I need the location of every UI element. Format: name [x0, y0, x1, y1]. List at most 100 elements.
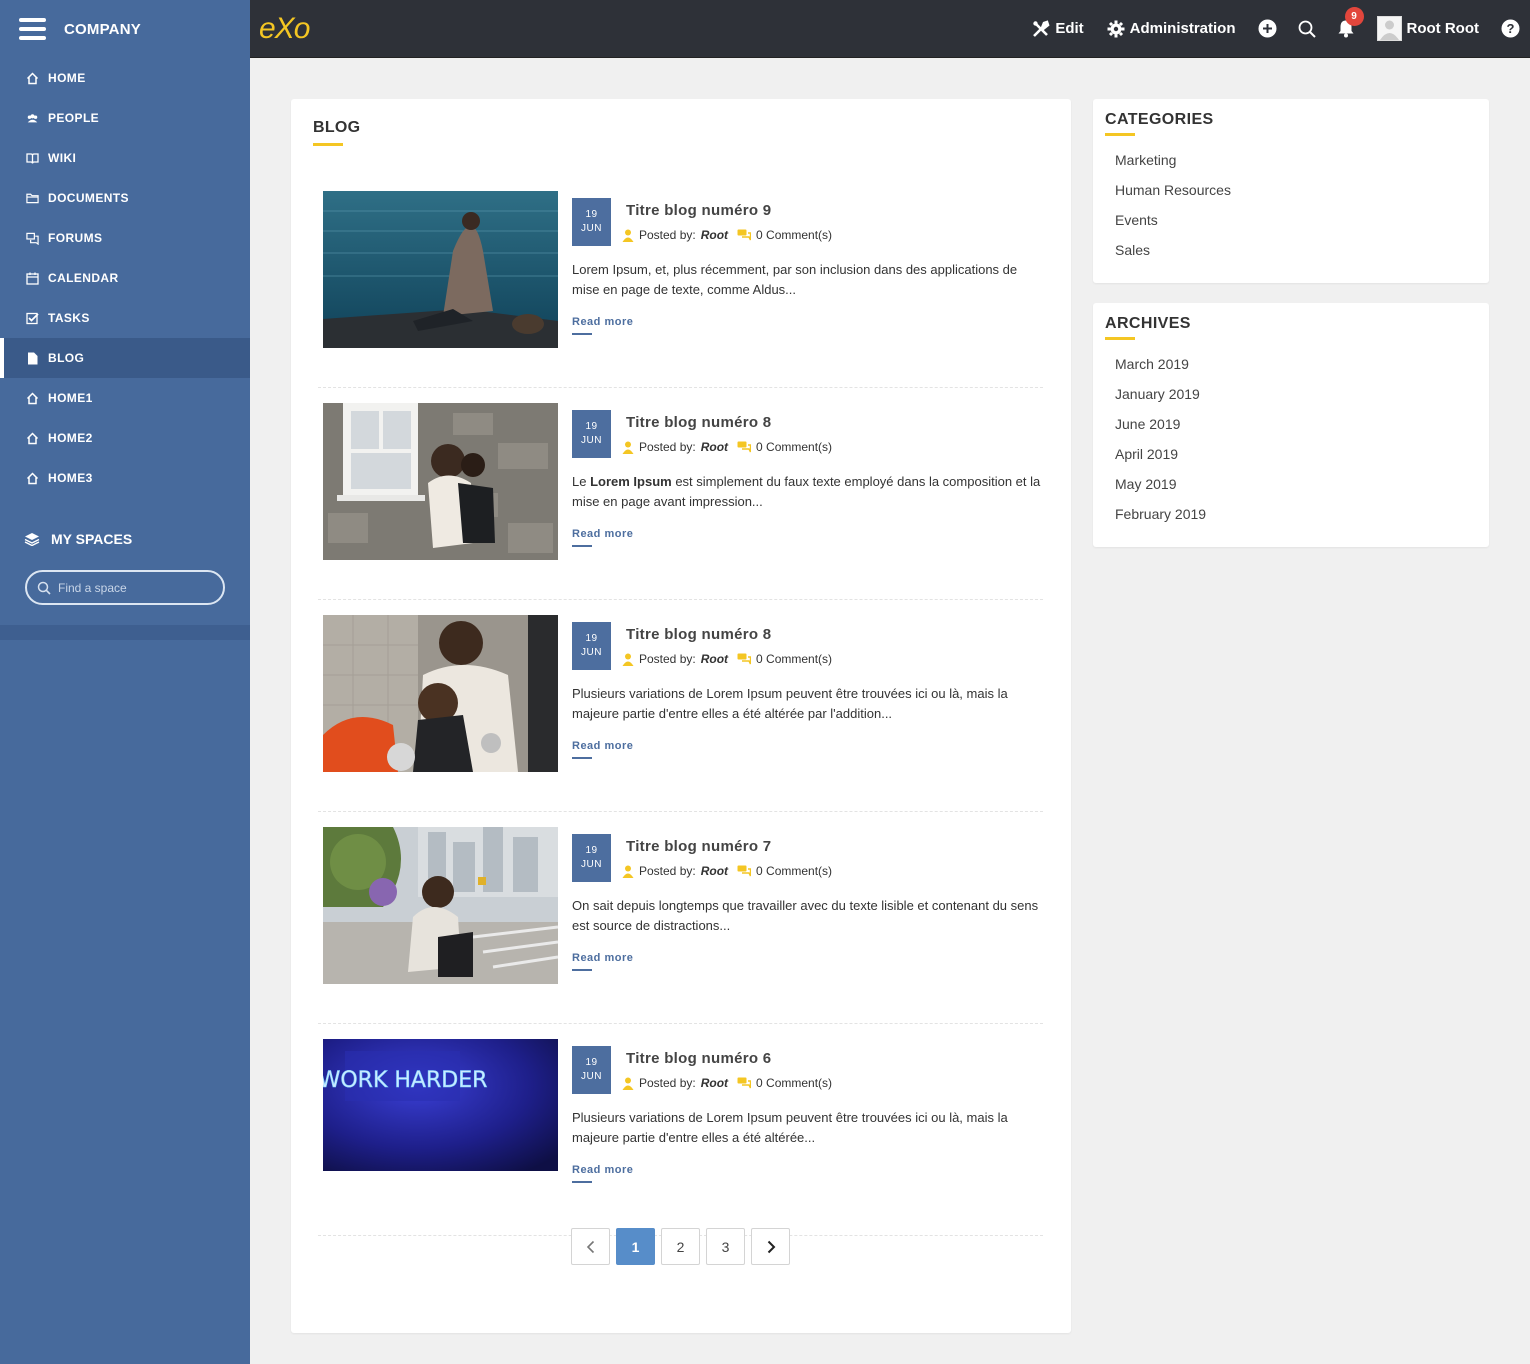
folder-icon — [26, 192, 39, 205]
sidebar-item-blog[interactable]: BLOG — [0, 338, 250, 378]
title-underline — [1105, 337, 1135, 340]
tools-icon — [1032, 19, 1050, 38]
categories-card: CATEGORIES Marketing Human Resources Eve… — [1093, 99, 1489, 283]
page-button-2[interactable]: 2 — [661, 1228, 700, 1265]
post-excerpt: On sait depuis longtemps que travailler … — [572, 896, 1047, 936]
page-button-3[interactable]: 3 — [706, 1228, 745, 1265]
sidebar-item-home[interactable]: HOME — [0, 58, 250, 98]
pagination: 1 2 3 — [571, 1228, 796, 1265]
calendar-icon — [26, 272, 39, 285]
archive-item[interactable]: April 2019 — [1115, 446, 1206, 476]
read-more-link[interactable]: Read more — [572, 952, 633, 971]
administration-button[interactable]: Administration — [1107, 20, 1236, 38]
post-author[interactable]: Root — [701, 1076, 728, 1090]
post-comments[interactable]: 0 Comment(s) — [756, 1076, 832, 1090]
edit-button[interactable]: Edit — [1032, 19, 1084, 38]
date-day: 19 — [585, 1057, 598, 1068]
blog-post: 19 JUN Titre blog numéro 9 Posted by: Ro… — [318, 176, 1043, 388]
post-thumbnail-family-window[interactable] — [323, 403, 558, 560]
home-icon — [26, 431, 39, 445]
category-item[interactable]: Events — [1115, 212, 1231, 242]
administration-label: Administration — [1129, 20, 1236, 37]
sidebar-item-home3[interactable]: HOME3 — [0, 458, 250, 498]
post-thumbnail-family-scooter[interactable] — [323, 615, 558, 772]
archive-item[interactable]: June 2019 — [1115, 416, 1206, 446]
read-more-link[interactable]: Read more — [572, 528, 633, 547]
sidebar-item-label: BLOG — [48, 351, 85, 365]
company-name[interactable]: COMPANY — [64, 21, 141, 38]
archive-item[interactable]: January 2019 — [1115, 386, 1206, 416]
post-author[interactable]: Root — [701, 228, 728, 242]
post-excerpt: Plusieurs variations de Lorem Ipsum peuv… — [572, 1108, 1047, 1148]
exo-logo[interactable]: eXo — [259, 12, 310, 46]
post-comments[interactable]: 0 Comment(s) — [756, 228, 832, 242]
prev-page-button[interactable] — [571, 1228, 610, 1265]
post-thumbnail-sea[interactable] — [323, 191, 558, 348]
search-icon — [1298, 20, 1316, 38]
sidebar-item-home2[interactable]: HOME2 — [0, 418, 250, 458]
archive-item[interactable]: May 2019 — [1115, 476, 1206, 506]
post-author[interactable]: Root — [701, 440, 728, 454]
read-more-link[interactable]: Read more — [572, 1164, 633, 1183]
category-item[interactable]: Sales — [1115, 242, 1231, 272]
read-more-link[interactable]: Read more — [572, 316, 633, 335]
find-space-input[interactable] — [58, 580, 208, 595]
document-icon — [26, 352, 39, 365]
sidebar-item-label: HOME2 — [48, 431, 93, 445]
post-author[interactable]: Root — [701, 652, 728, 666]
edit-label: Edit — [1055, 20, 1084, 37]
date-day: 19 — [585, 421, 598, 432]
my-spaces-header[interactable]: MY SPACES — [0, 519, 250, 559]
search-icon — [37, 581, 51, 595]
sidebar-item-home1[interactable]: HOME1 — [0, 378, 250, 418]
category-item[interactable]: Human Resources — [1115, 182, 1231, 212]
blog-post: 19 JUN Titre blog numéro 7 Posted by: Ro… — [318, 812, 1043, 1024]
post-meta: Posted by: Root 0 Comment(s) — [622, 652, 832, 666]
sidebar-item-label: FORUMS — [48, 231, 103, 245]
sidebar-item-wiki[interactable]: WIKI — [0, 138, 250, 178]
help-button[interactable]: ? — [1501, 19, 1520, 38]
post-title[interactable]: Titre blog numéro 8 — [626, 414, 771, 431]
post-title[interactable]: Titre blog numéro 6 — [626, 1050, 771, 1067]
title-underline — [1105, 133, 1135, 136]
sidebar-item-forums[interactable]: FORUMS — [0, 218, 250, 258]
post-title[interactable]: Titre blog numéro 9 — [626, 202, 771, 219]
sidebar-header: COMPANY — [0, 0, 250, 58]
checkbox-icon — [26, 312, 39, 325]
posted-by-label: Posted by: — [639, 652, 696, 666]
post-comments[interactable]: 0 Comment(s) — [756, 440, 832, 454]
comments-icon — [737, 865, 752, 877]
post-excerpt: Le Lorem Ipsum est simplement du faux te… — [572, 472, 1047, 512]
sidebar-item-people[interactable]: PEOPLE — [0, 98, 250, 138]
post-comments[interactable]: 0 Comment(s) — [756, 652, 832, 666]
comments-icon — [737, 653, 752, 665]
search-button[interactable] — [1298, 20, 1316, 38]
post-author[interactable]: Root — [701, 864, 728, 878]
post-title[interactable]: Titre blog numéro 8 — [626, 626, 771, 643]
sidebar-item-calendar[interactable]: CALENDAR — [0, 258, 250, 298]
archive-item[interactable]: March 2019 — [1115, 356, 1206, 386]
post-title[interactable]: Titre blog numéro 7 — [626, 838, 771, 855]
help-icon: ? — [1501, 19, 1520, 38]
date-badge: 19 JUN — [572, 1046, 611, 1094]
hamburger-menu-icon[interactable] — [19, 18, 46, 40]
next-page-button[interactable] — [751, 1228, 790, 1265]
category-item[interactable]: Marketing — [1115, 152, 1231, 182]
post-thumbnail-neon[interactable]: WORK HARDER — [323, 1039, 558, 1171]
post-meta: Posted by: Root 0 Comment(s) — [622, 864, 832, 878]
notifications-button[interactable]: 9 — [1337, 7, 1364, 38]
sidebar-item-label: WIKI — [48, 151, 77, 165]
read-more-link[interactable]: Read more — [572, 740, 633, 759]
add-button[interactable] — [1258, 19, 1277, 38]
sidebar-item-documents[interactable]: DOCUMENTS — [0, 178, 250, 218]
date-day: 19 — [585, 845, 598, 856]
sidebar-item-tasks[interactable]: TASKS — [0, 298, 250, 338]
posted-by-label: Posted by: — [639, 1076, 696, 1090]
post-thumbnail-family-street[interactable] — [323, 827, 558, 984]
post-comments[interactable]: 0 Comment(s) — [756, 864, 832, 878]
posted-by-label: Posted by: — [639, 440, 696, 454]
avatar — [1376, 16, 1402, 41]
page-button-1[interactable]: 1 — [616, 1228, 655, 1265]
archive-item[interactable]: February 2019 — [1115, 506, 1206, 536]
user-menu[interactable]: Root Root — [1376, 16, 1479, 41]
